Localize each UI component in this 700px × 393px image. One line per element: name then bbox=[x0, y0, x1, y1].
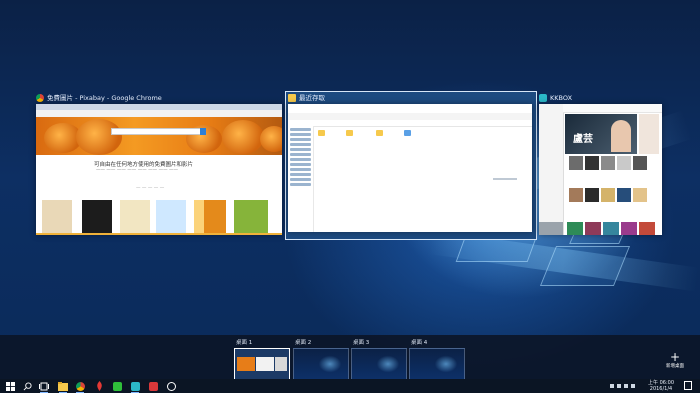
banner-title: 盧芸 bbox=[573, 134, 593, 145]
taskbar bbox=[0, 379, 700, 393]
window-title-text: KKBOX bbox=[550, 94, 573, 102]
desktop-label: 桌面 4 bbox=[411, 340, 428, 346]
explorer-navigation-pane bbox=[288, 126, 314, 232]
chrome-window-preview: 可自由在任何地方使用的免費圖片和影片 —— —— —— —— —— —— —— … bbox=[36, 104, 282, 235]
filter-links[interactable]: — — — — — bbox=[136, 186, 164, 191]
page-headline: 可自由在任何地方使用的免費圖片和影片 bbox=[94, 162, 194, 168]
folder-icon[interactable] bbox=[346, 130, 353, 136]
pumpkin-hero-image bbox=[36, 117, 282, 155]
network-icon[interactable] bbox=[617, 384, 621, 388]
new-desktop-label: 新增桌面 bbox=[666, 364, 684, 369]
image-tile[interactable] bbox=[120, 200, 150, 233]
action-center-icon[interactable] bbox=[684, 381, 692, 390]
window-title-text: 最近存取 bbox=[299, 94, 325, 102]
chrome-icon bbox=[36, 94, 44, 102]
game-icon[interactable] bbox=[166, 381, 176, 391]
desktop-label: 桌面 1 bbox=[236, 340, 253, 346]
kkbox-sidebar bbox=[539, 104, 564, 235]
taskbar-clock[interactable]: 上午 06:00 2016/1/4 bbox=[648, 380, 674, 392]
kkbox-banner: 盧芸 bbox=[565, 114, 637, 154]
file-explorer-icon[interactable] bbox=[58, 381, 68, 393]
app-icon[interactable] bbox=[148, 381, 158, 391]
desktop-thumbnail[interactable] bbox=[293, 348, 349, 380]
desktop-label: 桌面 3 bbox=[353, 340, 370, 346]
image-tile[interactable] bbox=[82, 200, 112, 233]
desktop-thumbnail[interactable] bbox=[234, 348, 290, 380]
window-title-text: 免費圖片 - Pixabay - Google Chrome bbox=[47, 94, 162, 102]
app-icon[interactable] bbox=[94, 381, 104, 391]
folder-icon bbox=[288, 94, 296, 102]
subheadline: —— —— —— —— —— —— —— —— bbox=[96, 168, 179, 173]
task-view-icon[interactable] bbox=[39, 381, 49, 393]
search-icon[interactable] bbox=[22, 381, 32, 391]
kkbox-window-preview: 盧芸 bbox=[539, 104, 662, 235]
search-input[interactable] bbox=[111, 128, 203, 135]
chrome-icon[interactable] bbox=[75, 381, 85, 393]
plus-icon: + bbox=[669, 350, 681, 364]
desktop-label: 桌面 2 bbox=[295, 340, 312, 346]
image-row-bottom bbox=[36, 233, 282, 235]
clock-date: 2016/1/4 bbox=[649, 386, 673, 392]
window-title-bar: KKBOX bbox=[539, 92, 572, 104]
volume-icon[interactable] bbox=[624, 384, 628, 388]
system-tray[interactable] bbox=[610, 381, 642, 391]
search-button[interactable] bbox=[200, 128, 206, 135]
explorer-window-preview bbox=[288, 104, 532, 232]
desktop-thumbnail[interactable] bbox=[409, 348, 465, 380]
glass-pane bbox=[455, 238, 537, 262]
image-tile[interactable] bbox=[42, 200, 72, 233]
window-title-bar: 最近存取 bbox=[288, 92, 325, 104]
window-title-bar: 免費圖片 - Pixabay - Google Chrome bbox=[36, 92, 162, 104]
folder-icon[interactable] bbox=[318, 130, 325, 136]
folder-icon[interactable] bbox=[404, 130, 411, 136]
kkbox-icon[interactable] bbox=[130, 381, 140, 393]
line-icon[interactable] bbox=[112, 381, 122, 391]
image-tile[interactable] bbox=[204, 200, 226, 233]
virtual-desktops-bar bbox=[0, 335, 700, 379]
kkbox-icon bbox=[539, 94, 547, 102]
side-promo bbox=[639, 114, 659, 154]
folder-icon[interactable] bbox=[376, 130, 383, 136]
tray-icon[interactable] bbox=[610, 384, 614, 388]
windows-start-icon[interactable] bbox=[5, 381, 15, 391]
kkbox-toolbar bbox=[563, 104, 662, 113]
explorer-address-bar bbox=[288, 120, 532, 127]
input-method-icon[interactable] bbox=[631, 384, 635, 388]
artist-photo bbox=[611, 120, 631, 152]
new-desktop-button[interactable]: + 新增桌面 bbox=[660, 351, 690, 377]
now-playing-art bbox=[539, 222, 563, 235]
status-text bbox=[493, 178, 517, 180]
desktop-thumbnail[interactable] bbox=[351, 348, 407, 380]
image-tile[interactable] bbox=[234, 200, 268, 233]
image-tile[interactable] bbox=[156, 200, 186, 233]
